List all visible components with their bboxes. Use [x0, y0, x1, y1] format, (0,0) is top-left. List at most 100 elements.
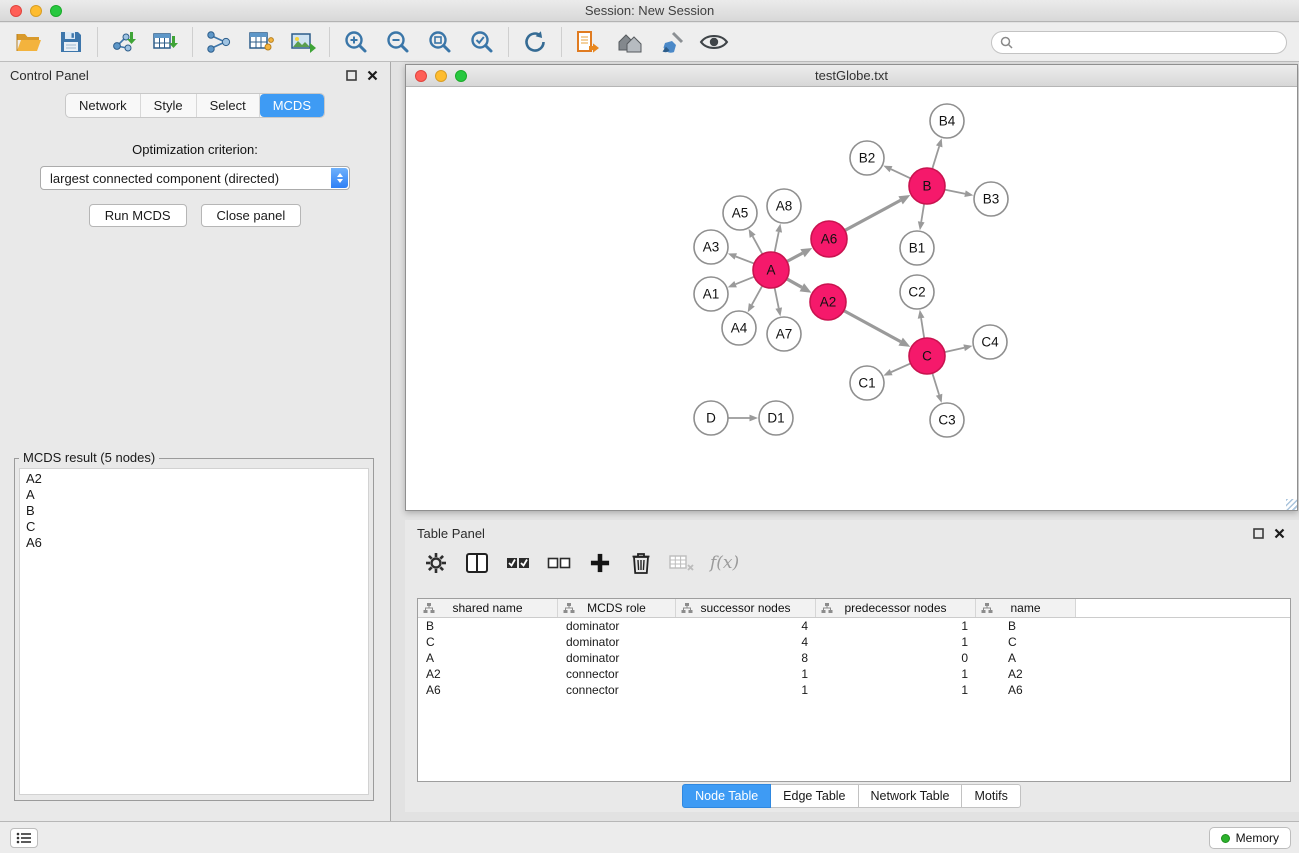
graph-node-B1[interactable]: B1: [900, 231, 934, 265]
graph-node-B2[interactable]: B2: [850, 141, 884, 175]
new-table-button[interactable]: [240, 26, 282, 58]
graph-node-A1[interactable]: A1: [694, 277, 728, 311]
apply-layout-button[interactable]: [514, 26, 556, 58]
table-cell[interactable]: C: [976, 635, 1076, 649]
zoom-window-button[interactable]: [455, 70, 467, 82]
close-panel-button[interactable]: Close panel: [201, 204, 302, 227]
graph-edge-A-A5[interactable]: [753, 236, 763, 254]
graph-node-A6[interactable]: A6: [811, 221, 847, 257]
graph-edge-C-C2[interactable]: [921, 318, 924, 338]
table-cell[interactable]: 8: [676, 651, 816, 665]
mcds-result-item[interactable]: C: [20, 519, 368, 535]
select-all-columns-button[interactable]: [505, 550, 531, 576]
graph-edge-A-A7[interactable]: [775, 288, 779, 308]
mcds-result-item[interactable]: A: [20, 487, 368, 503]
graph-node-C2[interactable]: C2: [900, 275, 934, 309]
table-cell[interactable]: A2: [976, 667, 1076, 681]
open-session-button[interactable]: [8, 26, 50, 58]
network-canvas[interactable]: B4B2BB3A5A8A6B1A3AC2A1A2A4A7C4CC1DD1C3: [406, 87, 1297, 510]
table-cell[interactable]: connector: [558, 683, 676, 697]
table-cell[interactable]: B: [418, 619, 558, 633]
graph-edge-B-B4[interactable]: [932, 146, 939, 168]
table-cell[interactable]: 4: [676, 635, 816, 649]
resize-grip[interactable]: [1286, 499, 1297, 510]
table-row[interactable]: Bdominator41B: [418, 618, 1290, 634]
tab-style[interactable]: Style: [141, 94, 197, 117]
tab-node-table[interactable]: Node Table: [682, 784, 771, 808]
graph-edge-A-A2[interactable]: [787, 279, 802, 288]
table-cell[interactable]: 0: [816, 651, 976, 665]
float-panel-icon[interactable]: [346, 70, 357, 81]
show-column-button[interactable]: [464, 550, 490, 576]
import-table-button[interactable]: [145, 26, 187, 58]
create-column-button[interactable]: [587, 550, 613, 576]
tab-select[interactable]: Select: [197, 94, 260, 117]
search-field[interactable]: [991, 31, 1287, 54]
graph-edge-B-B3[interactable]: [945, 190, 965, 194]
graph-node-B3[interactable]: B3: [974, 182, 1008, 216]
graph-node-D1[interactable]: D1: [759, 401, 793, 435]
zoom-fit-button[interactable]: [419, 26, 461, 58]
deselect-all-columns-button[interactable]: [546, 550, 572, 576]
graph-node-A3[interactable]: A3: [694, 230, 728, 264]
graph-node-A7[interactable]: A7: [767, 317, 801, 351]
run-mcds-button[interactable]: Run MCDS: [89, 204, 187, 227]
column-header-mcds-role[interactable]: MCDS role: [558, 599, 676, 617]
import-network-button[interactable]: [103, 26, 145, 58]
apply-style-button[interactable]: [651, 26, 693, 58]
close-panel-icon[interactable]: [367, 70, 378, 81]
zoom-window-button[interactable]: [50, 5, 62, 17]
network-window-titlebar[interactable]: testGlobe.txt: [406, 65, 1297, 87]
float-panel-icon[interactable]: [1253, 528, 1264, 539]
graph-node-B[interactable]: B: [909, 168, 945, 204]
table-cell[interactable]: dominator: [558, 635, 676, 649]
export-image-button[interactable]: [282, 26, 324, 58]
graph-node-C1[interactable]: C1: [850, 366, 884, 400]
save-session-button[interactable]: [50, 26, 92, 58]
tab-edge-table[interactable]: Edge Table: [770, 784, 858, 808]
criterion-dropdown[interactable]: largest connected component (directed): [40, 166, 350, 190]
tab-network[interactable]: Network: [66, 94, 141, 117]
minimize-window-button[interactable]: [30, 5, 42, 17]
table-row[interactable]: Cdominator41C: [418, 634, 1290, 650]
table-cell[interactable]: dominator: [558, 651, 676, 665]
table-cell[interactable]: A: [418, 651, 558, 665]
graph-node-C4[interactable]: C4: [973, 325, 1007, 359]
table-cell[interactable]: A2: [418, 667, 558, 681]
graph-node-D[interactable]: D: [694, 401, 728, 435]
graph-node-A8[interactable]: A8: [767, 189, 801, 223]
memory-button[interactable]: Memory: [1209, 827, 1291, 849]
function-builder-button[interactable]: f(x): [710, 550, 739, 576]
zoom-selected-button[interactable]: [461, 26, 503, 58]
graph-node-A2[interactable]: A2: [810, 284, 846, 320]
new-network-button[interactable]: [198, 26, 240, 58]
zoom-out-button[interactable]: [377, 26, 419, 58]
table-cell[interactable]: A: [976, 651, 1076, 665]
table-cell[interactable]: C: [418, 635, 558, 649]
mcds-result-item[interactable]: B: [20, 503, 368, 519]
table-cell[interactable]: 4: [676, 619, 816, 633]
task-history-button[interactable]: [10, 828, 38, 848]
delete-table-button[interactable]: [669, 550, 695, 576]
graph-node-B4[interactable]: B4: [930, 104, 964, 138]
graph-node-C[interactable]: C: [909, 338, 945, 374]
table-cell[interactable]: B: [976, 619, 1076, 633]
table-cell[interactable]: 1: [816, 683, 976, 697]
graph-edge-A-A3[interactable]: [736, 256, 754, 263]
table-cell[interactable]: 1: [676, 667, 816, 681]
graph-edge-B-B2[interactable]: [891, 169, 911, 178]
tab-network-table[interactable]: Network Table: [858, 784, 963, 808]
table-cell[interactable]: 1: [816, 619, 976, 633]
graph-node-A5[interactable]: A5: [723, 196, 757, 230]
mcds-result-item[interactable]: A2: [20, 471, 368, 487]
table-cell[interactable]: connector: [558, 667, 676, 681]
tab-motifs[interactable]: Motifs: [961, 784, 1020, 808]
close-window-button[interactable]: [10, 5, 22, 17]
graph-node-A[interactable]: A: [753, 252, 789, 288]
search-input[interactable]: [1018, 35, 1278, 49]
graph-node-C3[interactable]: C3: [930, 403, 964, 437]
table-row[interactable]: A2connector11A2: [418, 666, 1290, 682]
graph-edge-A-A8[interactable]: [775, 232, 779, 252]
delete-column-button[interactable]: [628, 550, 654, 576]
column-header-name[interactable]: name: [976, 599, 1076, 617]
